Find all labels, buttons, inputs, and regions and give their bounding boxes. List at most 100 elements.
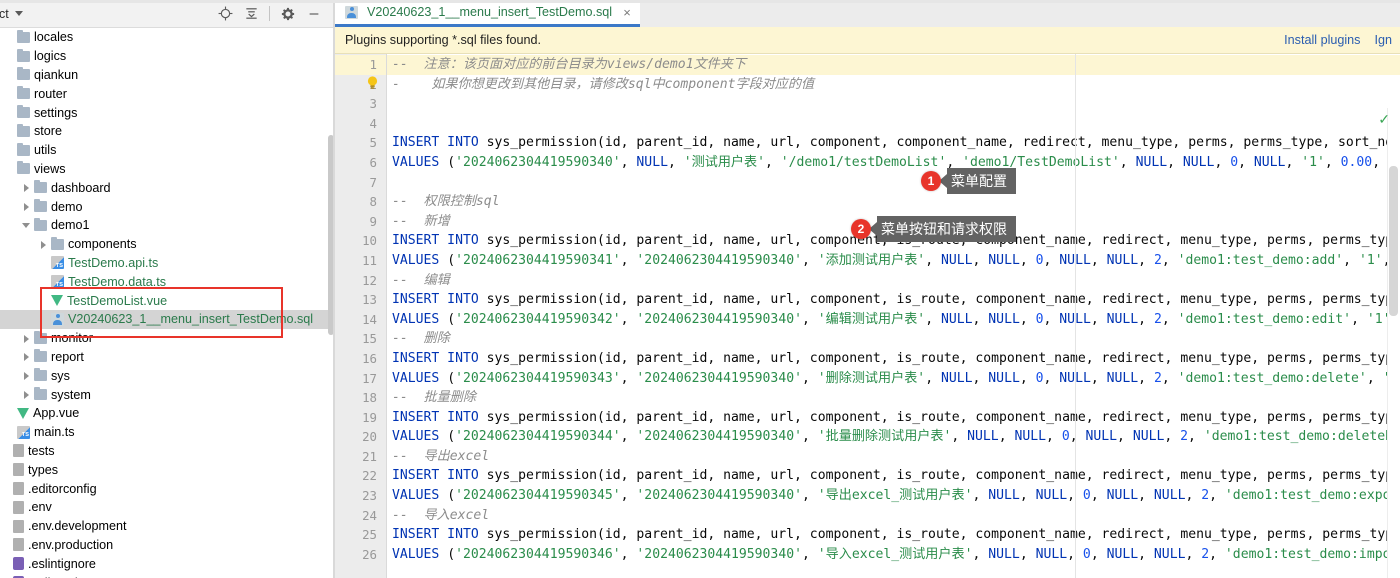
js-icon: [13, 557, 24, 571]
tree-item-demo1[interactable]: demo1: [0, 216, 335, 235]
minimize-icon[interactable]: [301, 2, 327, 26]
chevron-down-icon[interactable]: [14, 11, 23, 16]
close-icon[interactable]: ×: [621, 5, 633, 20]
locate-icon[interactable]: [212, 2, 238, 26]
chevron-down-icon[interactable]: [21, 220, 32, 231]
tree-item-report[interactable]: report: [0, 348, 335, 367]
install-plugins-link[interactable]: Install plugins: [1284, 33, 1360, 47]
code-line[interactable]: VALUES ('2024062304419590341', '20240623…: [387, 251, 1400, 271]
code-line[interactable]: -- 导入excel: [387, 506, 1400, 526]
tree-item-env-development[interactable]: .env.development: [0, 517, 335, 536]
callout-text: 菜单按钮和请求权限: [877, 216, 1016, 242]
code-line[interactable]: VALUES ('2024062304419590342', '20240623…: [387, 310, 1400, 330]
tree-item-env[interactable]: .env: [0, 498, 335, 517]
tree-item-system[interactable]: system: [0, 385, 335, 404]
tree-item-tests[interactable]: tests: [0, 442, 335, 461]
editor-tab-label: V20240623_1__menu_insert_TestDemo.sql: [367, 5, 613, 19]
code-line[interactable]: -- 批量删除: [387, 388, 1400, 408]
code-line[interactable]: VALUES ('2024062304419590343', '20240623…: [387, 369, 1400, 389]
tree-item-label: .eslintignore: [28, 556, 96, 571]
tree-item-store[interactable]: store: [0, 122, 335, 141]
code-line[interactable]: -- 删除: [387, 329, 1400, 349]
folder-icon: [34, 199, 47, 213]
code-line[interactable]: VALUES ('2024062304419590340', NULL, '测试…: [387, 153, 1400, 173]
code-line[interactable]: -- 导出excel: [387, 447, 1400, 467]
line-number: 21: [362, 448, 377, 464]
line-number: 10: [362, 233, 377, 249]
code-content[interactable]: -- 注意：该页面对应的前台目录为views/demo1文件夹下 - 如果你想更改…: [387, 54, 1400, 578]
code-line[interactable]: [387, 173, 1400, 193]
editor-tab[interactable]: V20240623_1__menu_insert_TestDemo.sql ×: [335, 0, 641, 27]
code-line[interactable]: -- 注意：该页面对应的前台目录为views/demo1文件夹下: [387, 55, 1400, 75]
code-line[interactable]: INSERT INTO sys_permission(id, parent_id…: [387, 349, 1400, 369]
tree-item-app-vue[interactable]: App.vue: [0, 404, 335, 423]
tree-item-testdemo-data-ts[interactable]: TS TestDemo.data.ts: [0, 272, 335, 291]
tree-item-label: utils: [34, 143, 57, 158]
collapse-all-icon[interactable]: [238, 2, 264, 26]
tree-item-testdemo-api-ts[interactable]: TS TestDemo.api.ts: [0, 254, 335, 273]
code-line[interactable]: INSERT INTO sys_permission(id, parent_id…: [387, 133, 1400, 153]
line-number: 9: [369, 213, 377, 229]
vue-icon: [17, 407, 29, 419]
line-number: 20: [362, 429, 377, 445]
line-number-gutter[interactable]: 1234567891011121314151617181920212223242…: [335, 54, 387, 578]
tree-item-v20240623-1-menu-insert-testdemo-sql[interactable]: V20240623_1__menu_insert_TestDemo.sql: [0, 309, 335, 329]
gear-icon[interactable]: [275, 2, 301, 26]
ignore-link[interactable]: Ign: [1374, 33, 1392, 47]
tree-item-main-ts[interactable]: TS main.ts: [0, 423, 335, 442]
tree-item-locales[interactable]: locales: [0, 28, 335, 47]
tree-item-dashboard[interactable]: dashboard: [0, 178, 335, 197]
column-guide-line: [1075, 54, 1076, 578]
tree-item-router[interactable]: router: [0, 84, 335, 103]
tree-item-qiankun[interactable]: qiankun: [0, 66, 335, 85]
code-line[interactable]: INSERT INTO sys_permission(id, parent_id…: [387, 408, 1400, 428]
code-line[interactable]: -- 权限控制sql: [387, 192, 1400, 212]
tree-item-utils[interactable]: utils: [0, 141, 335, 160]
tree-item-editorconfig[interactable]: .editorconfig: [0, 479, 335, 498]
code-line[interactable]: INSERT INTO sys_permission(id, parent_id…: [387, 290, 1400, 310]
chevron-right-icon[interactable]: [21, 182, 32, 193]
tree-item-label: locales: [34, 30, 74, 45]
chevron-right-icon[interactable]: [21, 351, 32, 362]
line-number: 5: [369, 135, 377, 151]
code-line[interactable]: -- 编辑: [387, 271, 1400, 291]
tree-item-testdemolist-vue[interactable]: TestDemoList.vue: [0, 291, 335, 310]
line-number: 6: [369, 154, 377, 170]
chevron-right-icon[interactable]: [21, 201, 32, 212]
ts-icon: TS: [51, 275, 64, 289]
code-line[interactable]: VALUES ('2024062304419590345', '20240623…: [387, 486, 1400, 506]
lightbulb-icon[interactable]: [366, 75, 379, 91]
green-check-icon[interactable]: ✓: [1378, 111, 1390, 128]
editor-scrollbar-thumb[interactable]: [1389, 166, 1398, 316]
callout-number: 2: [851, 219, 871, 239]
code-line[interactable]: [387, 114, 1400, 134]
tree-item-eslintignore[interactable]: .eslintignore: [0, 554, 335, 573]
code-line[interactable]: VALUES ('2024062304419590344', '20240623…: [387, 427, 1400, 447]
code-line[interactable]: VALUES ('2024062304419590346', '20240623…: [387, 545, 1400, 565]
code-line[interactable]: - 如果你想更改到其他目录，请修改sql中component字段对应的值: [387, 75, 1400, 95]
chevron-right-icon[interactable]: [21, 389, 32, 400]
dot-icon: [13, 482, 24, 496]
code-line[interactable]: INSERT INTO sys_permission(id, parent_id…: [387, 466, 1400, 486]
tree-item-sys[interactable]: sys: [0, 366, 335, 385]
project-file-tree[interactable]: locales logics qiankun router settings store u…: [0, 28, 335, 578]
tree-item-demo[interactable]: demo: [0, 197, 335, 216]
chevron-right-icon[interactable]: [21, 370, 32, 381]
tree-item-env-production[interactable]: .env.production: [0, 536, 335, 555]
tree-item-logics[interactable]: logics: [0, 47, 335, 66]
code-line[interactable]: INSERT INTO sys_permission(id, parent_id…: [387, 525, 1400, 545]
tree-item-components[interactable]: components: [0, 235, 335, 254]
tree-item-views[interactable]: views: [0, 160, 335, 179]
tree-item-monitor[interactable]: monitor: [0, 329, 335, 348]
editor-scroll-rail[interactable]: [1387, 108, 1400, 578]
tree-item-settings[interactable]: settings: [0, 103, 335, 122]
chevron-right-icon[interactable]: [38, 239, 49, 250]
tree-item-label: views: [34, 161, 66, 176]
tree-item-eslintrc-js[interactable]: .eslintrc.js: [0, 573, 335, 578]
tree-item-types[interactable]: types: [0, 460, 335, 479]
chevron-right-icon[interactable]: [21, 333, 32, 344]
code-line[interactable]: [387, 94, 1400, 114]
